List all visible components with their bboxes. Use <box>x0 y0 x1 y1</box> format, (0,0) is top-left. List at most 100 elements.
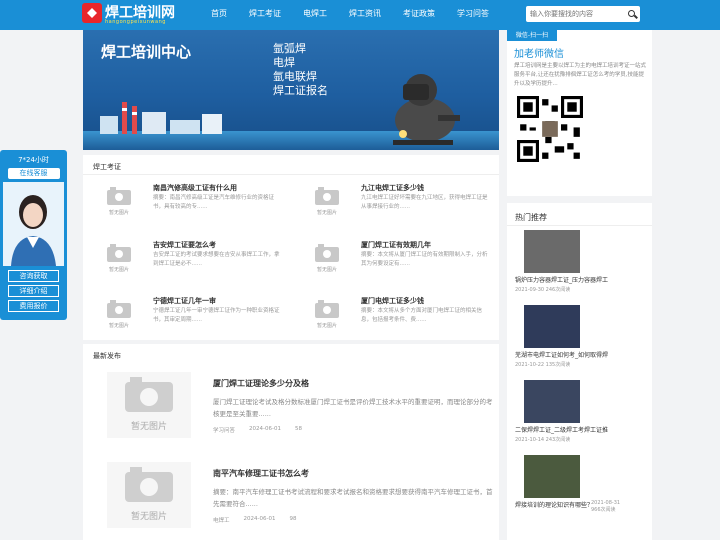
thumbnail: 暂无图片 <box>309 299 345 331</box>
hot-caption[interactable]: 焊接培训的理论知识有哪些？ <box>515 500 593 509</box>
nav-welder[interactable]: 电焊工 <box>292 0 338 30</box>
card-title[interactable]: 厦门焊工证有效期几年 <box>361 240 431 250</box>
camera-icon <box>315 187 339 205</box>
hot-thumbnail[interactable] <box>524 380 580 423</box>
card-desc: 摘要：南昌汽修高级工证是汽车维修行业的资格证书，具有较高的专...... <box>153 195 275 210</box>
article-card[interactable]: 暂无图片 吉安焊工证要怎么考 吉安焊工证的考试要求想要在吉安从事焊工工作，拿到焊… <box>83 232 291 288</box>
latest-article[interactable]: 暂无图片 南平汽车修理工证书怎么考 摘要：南平汽车修理工证书考试流程和要求考试报… <box>83 450 499 540</box>
nav-home[interactable]: 首页 <box>200 0 238 30</box>
hot-item[interactable]: 芜湖市电焊工证如何考_如何取得焊 2021-10-22 135次阅读 <box>507 305 652 379</box>
no-image-label: 暂无图片 <box>130 422 167 432</box>
hot-caption[interactable]: 锅炉压力容器焊工证_压力容器焊工 <box>515 275 608 284</box>
nav-exam[interactable]: 焊工考证 <box>238 0 292 30</box>
article-meta: 电焊工 2024-06-01 98 <box>213 516 296 524</box>
camera-icon <box>107 300 131 318</box>
camera-icon <box>315 244 339 262</box>
price-button[interactable]: 费用报价 <box>8 300 59 312</box>
hot-thumbnail[interactable] <box>524 230 580 273</box>
latest-article[interactable]: 暂无图片 厦门焊工证理论多少分及格 厦门焊工证理论考试及格分数标准厦门焊工证书是… <box>83 360 499 450</box>
wechat-panel: 微信-扫一扫 加老师微信 焊工培训网是主要以焊工为主的电焊工培训考证一站式服务平… <box>507 30 652 196</box>
article-card[interactable]: 暂无图片 厦门焊工证有效期几年 摘要：本文将从厦门焊工证的有效期限制入手，分析其… <box>291 232 499 288</box>
consult-button[interactable]: 咨询获取 <box>8 270 59 282</box>
camera-icon <box>125 377 173 412</box>
hot-panel: 热门推荐 锅炉压力容器焊工证_压力容器焊工 2021-09-30 246次阅读 … <box>507 203 652 540</box>
search-box <box>526 6 640 22</box>
logo-subtitle: hangongpeixunwang <box>105 19 166 25</box>
hot-thumbnail[interactable] <box>524 455 580 498</box>
article-card[interactable]: 暂无图片 九江电焊工证多少钱 九江电焊工证好坏需要在九江地区，获得电焊工证是从事… <box>291 175 499 231</box>
article-card[interactable]: 暂无图片 南昌汽修高级工证有什么用 摘要：南昌汽修高级工证是汽车维修行业的资格证… <box>83 175 291 231</box>
factory-illustration <box>100 102 222 134</box>
card-desc: 摘要：本文将从多个方面对厦门电焊工证的相关信息，包括报考条件、费...... <box>361 308 483 323</box>
card-title[interactable]: 厦门电焊工证多少钱 <box>361 296 424 306</box>
thumbnail: 暂无图片 <box>101 243 137 275</box>
article-card[interactable]: 暂无图片 宁德焊工证几年一审 宁德焊工证几年一审宁德焊工证作为一种职业资格证书，… <box>83 288 291 344</box>
hot-meta: 2021-08-31 966次阅读 <box>591 500 620 513</box>
hot-date: 2021-10-14 <box>515 437 545 443</box>
hot-thumbnail[interactable] <box>524 305 580 348</box>
hot-item[interactable]: 二保焊焊工证_二级焊工考焊工证推 2021-10-14 243次阅读 <box>507 380 652 454</box>
article-desc: 厦门焊工证理论考试及格分数标准厦门焊工证书是评价焊工技术水平的重要证明，而理论部… <box>213 398 493 418</box>
hot-date: 2021-09-30 <box>515 287 545 293</box>
hot-caption[interactable]: 芜湖市电焊工证如何考_如何取得焊 <box>515 350 608 359</box>
card-title[interactable]: 吉安焊工证要怎么考 <box>153 240 216 250</box>
nav-policy[interactable]: 考证政策 <box>392 0 446 30</box>
hot-caption[interactable]: 二保焊焊工证_二级焊工考焊工证推 <box>515 425 608 434</box>
exam-section: 焊工考证 暂无图片 南昌汽修高级工证有什么用 摘要：南昌汽修高级工证是汽车维修行… <box>83 155 499 340</box>
camera-icon <box>315 300 339 318</box>
card-title[interactable]: 九江电焊工证多少钱 <box>361 183 424 193</box>
category-label[interactable]: 学习问答 <box>213 426 235 434</box>
article-title[interactable]: 南平汽车修理工证书怎么考 <box>213 468 309 479</box>
date-label: 2024-06-01 <box>249 426 281 432</box>
no-image-label: 暂无图片 <box>108 323 129 329</box>
divider <box>507 225 652 226</box>
hero-banner[interactable]: 焊工培训中心 氩弧焊 电焊 氩电联焊 焊工证报名 <box>83 30 499 150</box>
article-meta: 学习问答 2024-06-01 58 <box>213 426 302 434</box>
top-navigation-bar: 焊工培训网 hangongpeixunwang 首页 焊工考证 电焊工 焊工资讯… <box>0 0 720 30</box>
hot-item[interactable]: 焊接培训的理论知识有哪些？ 2021-08-31 966次阅读 <box>507 455 652 529</box>
thumbnail: 暂无图片 <box>101 299 137 331</box>
wechat-title: 加老师微信 <box>514 49 564 60</box>
logo-mark-icon <box>82 3 102 23</box>
banner-item: 焊工证报名 <box>273 84 328 97</box>
views-label: 58 <box>294 426 302 432</box>
banner-item: 氩电联焊 <box>273 70 317 83</box>
main-nav: 首页 焊工考证 电焊工 焊工资讯 考证政策 学习问答 <box>200 0 500 30</box>
hot-item[interactable]: 锅炉压力容器焊工证_压力容器焊工 2021-09-30 246次阅读 <box>507 230 652 304</box>
no-image-label: 暂无图片 <box>316 210 337 216</box>
banner-title: 焊工培训中心 <box>101 43 192 61</box>
customer-service-widget: 7*24小时 在线客服 咨询获取 详细介绍 费用报价 <box>0 150 67 320</box>
card-title[interactable]: 宁德焊工证几年一审 <box>153 296 216 306</box>
card-desc: 宁德焊工证几年一审宁德焊工证作为一种职业资格证书，其审定周期...... <box>153 308 280 323</box>
camera-icon <box>125 467 173 502</box>
service-header: 7*24小时 在线客服 <box>3 154 64 180</box>
nav-news[interactable]: 焊工资讯 <box>338 0 392 30</box>
article-title[interactable]: 厦门焊工证理论多少分及格 <box>213 378 309 389</box>
card-desc: 吉安焊工证的考试要求想要在吉安从事焊工工作，拿到焊工证是必不...... <box>153 252 280 267</box>
article-card[interactable]: 暂无图片 厦门电焊工证多少钱 摘要：本文将从多个方面对厦门电焊工证的相关信息，包… <box>291 288 499 344</box>
nav-qa[interactable]: 学习问答 <box>446 0 500 30</box>
search-icon[interactable] <box>628 10 635 17</box>
hot-date: 2021-10-22 <box>515 362 545 368</box>
hot-title: 热门推荐 <box>515 213 547 222</box>
details-button[interactable]: 详细介绍 <box>8 285 59 297</box>
hot-date: 2021-08-31 <box>591 500 621 506</box>
card-desc: 摘要：本文将从厦门焊工证的有效期限制入手，分析其为何要设定有...... <box>361 252 488 267</box>
thumbnail: 暂无图片 <box>101 186 137 218</box>
category-label[interactable]: 电焊工 <box>213 516 230 524</box>
banner-items: 氩弧焊 电焊 氩电联焊 焊工证报名 <box>273 42 328 98</box>
thumbnail: 暂无图片 <box>107 372 191 438</box>
hot-views: 246次阅读 <box>545 287 571 293</box>
no-image-label: 暂无图片 <box>108 210 129 216</box>
online-service-button[interactable]: 在线客服 <box>7 168 60 179</box>
card-title[interactable]: 南昌汽修高级工证有什么用 <box>153 183 237 193</box>
section-title: 焊工考证 <box>93 163 121 171</box>
banner-item: 氩弧焊 <box>273 42 306 55</box>
agent-avatar <box>3 182 64 266</box>
no-image-label: 暂无图片 <box>130 512 167 522</box>
wechat-desc: 焊工培训网是主要以焊工为主的电焊工培训考证一站式服务平台,让还在犹豫排徊焊工证怎… <box>514 63 647 87</box>
service-hours: 7*24小时 <box>18 156 49 164</box>
hot-views: 135次阅读 <box>545 362 571 368</box>
hot-meta: 2021-10-14 243次阅读 <box>515 436 570 443</box>
search-input[interactable] <box>526 6 622 22</box>
